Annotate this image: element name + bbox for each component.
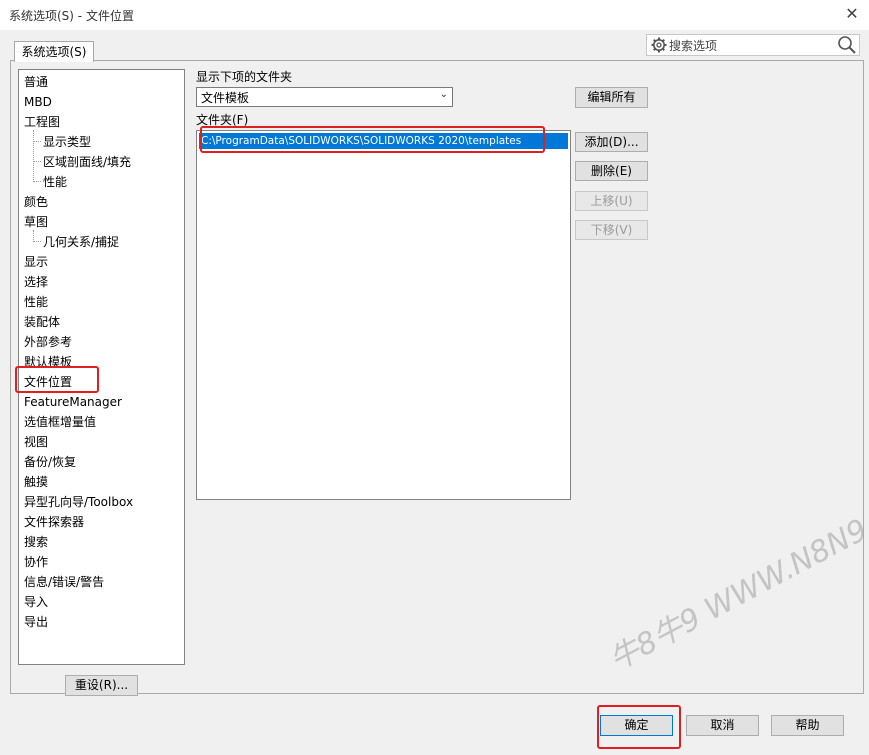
folder-type-select[interactable]: 文件模板 ⌄ (196, 87, 453, 107)
reset-button[interactable]: 重设(R)... (65, 675, 138, 696)
edit-all-button[interactable]: 编辑所有 (575, 87, 648, 108)
tab-system-options[interactable]: 系统选项(S) (14, 41, 94, 62)
tree-connector (33, 130, 34, 182)
tree-item[interactable]: 外部参考 (24, 334, 72, 350)
tree-item[interactable]: FeatureManager (24, 394, 122, 410)
chevron-down-icon: ⌄ (439, 89, 448, 100)
help-button[interactable]: 帮助 (771, 715, 844, 736)
tree-item[interactable]: 搜索 (24, 534, 48, 550)
tree-item[interactable]: 显示 (24, 254, 48, 270)
highlight-box (200, 126, 545, 153)
tree-item[interactable]: 异型孔向导/Toolbox (24, 494, 133, 510)
cancel-button[interactable]: 取消 (686, 715, 759, 736)
tree-item[interactable]: 信息/错误/警告 (24, 574, 104, 590)
tree-connector (33, 241, 41, 242)
close-icon[interactable]: ✕ (840, 2, 864, 26)
tree-item[interactable]: 文件探索器 (24, 514, 84, 530)
tree-item[interactable]: 协作 (24, 554, 48, 570)
highlight-box (15, 366, 99, 393)
tree-item[interactable]: 区域剖面线/填充 (43, 154, 131, 170)
delete-folder-button[interactable]: 删除(E) (575, 161, 648, 181)
tree-item[interactable]: 选择 (24, 274, 48, 290)
tree-connector (33, 161, 41, 162)
folder-type-value: 文件模板 (201, 91, 250, 105)
highlight-box (597, 705, 681, 749)
tree-item[interactable]: 普通 (24, 74, 48, 90)
show-folders-label: 显示下项的文件夹 (196, 70, 293, 84)
move-down-button[interactable]: 下移(V) (575, 220, 648, 240)
tree-item[interactable]: 几何关系/捕捉 (43, 234, 119, 250)
gear-icon (651, 37, 667, 53)
tree-item[interactable]: 备份/恢复 (24, 454, 76, 470)
tree-item[interactable]: 性能 (43, 174, 67, 190)
tree-item[interactable]: 性能 (24, 294, 48, 310)
tree-item[interactable]: 导出 (24, 614, 48, 630)
tree-item[interactable]: 视图 (24, 434, 48, 450)
tree-connector (33, 181, 41, 182)
search-placeholder: 搜索选项 (669, 39, 718, 53)
tree-connector (33, 141, 41, 142)
add-folder-button[interactable]: 添加(D)... (575, 132, 648, 152)
tree-item[interactable]: 显示类型 (43, 134, 91, 150)
tree-item[interactable]: 触摸 (24, 474, 48, 490)
tree-item[interactable]: 导入 (24, 594, 48, 610)
folder-list[interactable]: C:\ProgramData\SOLIDWORKS\SOLIDWORKS 202… (196, 130, 571, 500)
search-icon[interactable] (836, 34, 858, 56)
tree-item[interactable]: 工程图 (24, 114, 60, 130)
move-up-button[interactable]: 上移(U) (575, 191, 648, 211)
tree-item[interactable]: MBD (24, 94, 52, 110)
tree-item[interactable]: 装配体 (24, 314, 60, 330)
window-title: 系统选项(S) - 文件位置 (9, 9, 134, 23)
tree-item[interactable]: 选值框增量值 (24, 414, 96, 430)
tree-item[interactable]: 草图 (24, 214, 48, 230)
tree-item[interactable]: 颜色 (24, 194, 48, 210)
